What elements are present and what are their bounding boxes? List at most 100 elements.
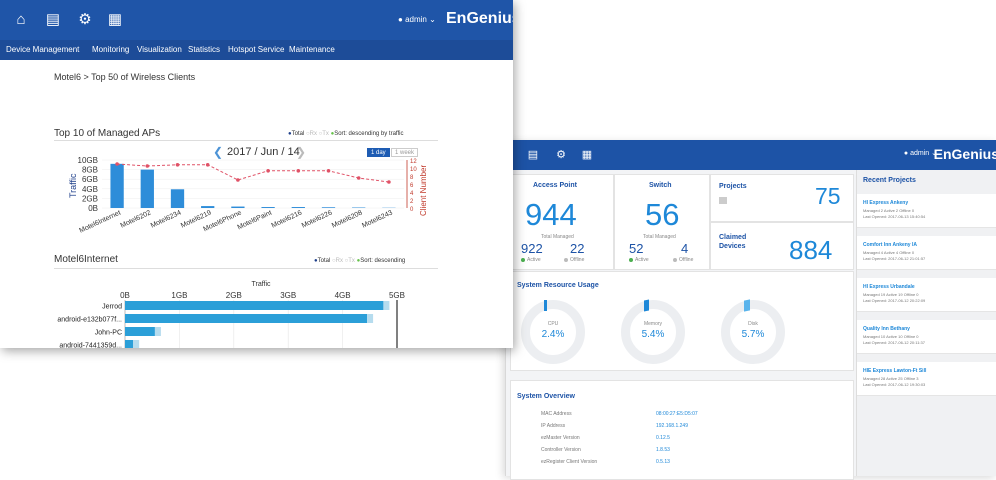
x-tick-label: Motel6226 bbox=[301, 209, 334, 229]
legend-total[interactable]: ●Total bbox=[314, 258, 330, 264]
bar-rx-segment bbox=[367, 314, 373, 323]
bar bbox=[125, 301, 383, 310]
system-resource-title: System Resource Usage bbox=[517, 282, 599, 289]
overview-key: ezMaster Version bbox=[541, 435, 580, 441]
access-point-total-label: Total Managed bbox=[541, 234, 574, 240]
projects-card[interactable]: Projects 75 bbox=[710, 174, 854, 222]
claimed-devices-title: Claimed Devices bbox=[719, 233, 759, 251]
y-tick-label: 4GB bbox=[82, 185, 98, 194]
recent-project-name: HIE Express Lawton-Ft Sill bbox=[863, 368, 926, 374]
bar bbox=[322, 207, 335, 208]
top-aps-legend: ●Total ○Rx ○Tx ●Sort: descending by traf… bbox=[288, 131, 403, 137]
cpu-gauge: CPU 2.4% bbox=[521, 300, 585, 364]
legend-sort[interactable]: ●Sort: descending by traffic bbox=[331, 131, 404, 137]
overview-value: 0.12.5 bbox=[656, 435, 670, 441]
x-tick-label: 1GB bbox=[171, 291, 187, 300]
switch-card[interactable]: Switch 56 Total Managed 52 Active 4 Offl… bbox=[614, 174, 710, 270]
legend-rx[interactable]: ○Rx bbox=[332, 258, 343, 264]
bar-rx-segment bbox=[383, 301, 389, 310]
y-tick-label: 10GB bbox=[78, 156, 98, 165]
recent-project-item[interactable]: Quality Inn Bethany Managed 10 Active 10… bbox=[857, 320, 996, 354]
y2-tick-label: 6 bbox=[410, 183, 414, 189]
recent-project-opened: Last Opened: 2017-06-12 19:30:03 bbox=[863, 382, 925, 387]
user-menu[interactable]: ● admin ⌄ bbox=[904, 149, 937, 157]
client-traffic-chart: Traffic0B1GB2GB3GB4GB5GBJerrodandroid-e1… bbox=[0, 276, 513, 348]
recent-project-item[interactable]: Comfort Inn Ankeny IA Managed 4 Active 4… bbox=[857, 236, 996, 270]
gear-icon[interactable]: ⚙ bbox=[76, 11, 94, 29]
overview-key: IP Address bbox=[541, 423, 565, 429]
client-point bbox=[176, 163, 180, 167]
access-point-card[interactable]: Access Point 944 Total Managed 922 Activ… bbox=[510, 174, 614, 270]
legend-rx[interactable]: ○Rx bbox=[306, 131, 317, 137]
system-overview-title: System Overview bbox=[517, 393, 575, 400]
calendar-icon[interactable]: ▤ bbox=[44, 11, 62, 29]
user-name: admin bbox=[405, 15, 427, 24]
disk-label: Disk bbox=[730, 321, 776, 327]
x-tick-label: 2GB bbox=[226, 291, 242, 300]
disk-gauge: Disk 5.7% bbox=[721, 300, 785, 364]
switch-title: Switch bbox=[649, 182, 672, 189]
switch-active-label: Active bbox=[629, 257, 649, 263]
switch-total-label: Total Managed bbox=[643, 234, 676, 240]
overview-key: MAC Address bbox=[541, 411, 572, 417]
recent-project-item[interactable]: HIE Express Lawton-Ft Sill Managed 28 Ac… bbox=[857, 362, 996, 396]
calendar-icon[interactable]: ▤ bbox=[526, 148, 540, 162]
menu-hotspot-service[interactable]: Hotspot Service bbox=[228, 45, 284, 54]
recent-project-item[interactable]: HI Express Urbandale Managed 19 Active 1… bbox=[857, 278, 996, 312]
bar bbox=[141, 170, 154, 208]
active-dot-icon bbox=[629, 258, 633, 262]
top-navbar: ⌂ ▤ ⚙ ▦ ● admin ⌄ EnGenius bbox=[0, 0, 513, 40]
gear-icon[interactable]: ⚙ bbox=[554, 148, 568, 162]
home-icon[interactable]: ⌂ bbox=[12, 11, 30, 29]
access-point-active: 922 bbox=[521, 241, 543, 256]
menu-maintenance[interactable]: Maintenance bbox=[289, 45, 335, 54]
client-chart-title: Motel6Internet bbox=[54, 254, 118, 265]
recent-project-counts: Managed 10 Active 10 Offline 0 bbox=[863, 334, 919, 339]
legend-total[interactable]: ●Total bbox=[288, 131, 304, 137]
access-point-offline-label: Offline bbox=[564, 257, 584, 263]
active-dot-icon bbox=[521, 258, 525, 262]
client-point bbox=[236, 178, 240, 182]
overview-key: Controller Version bbox=[541, 447, 581, 453]
recent-project-name: Comfort Inn Ankeny IA bbox=[863, 242, 917, 248]
bar bbox=[171, 189, 184, 208]
x-tick-label: Motel6Internet bbox=[78, 209, 122, 234]
recent-project-counts: Managed 4 Active 4 Offline 0 bbox=[863, 250, 914, 255]
legend-sort[interactable]: ●Sort: descending bbox=[357, 258, 406, 264]
menu-statistics[interactable]: Statistics bbox=[188, 45, 220, 54]
clipboard-icon[interactable]: ▦ bbox=[106, 11, 124, 29]
menu-visualization[interactable]: Visualization bbox=[137, 45, 182, 54]
projects-title: Projects bbox=[719, 183, 747, 190]
x-tick-label: Motel6202 bbox=[120, 209, 153, 229]
access-point-offline: 22 bbox=[570, 241, 584, 256]
recent-project-counts: Managed 19 Active 19 Offline 0 bbox=[863, 292, 919, 297]
legend-tx[interactable]: ○Tx bbox=[319, 131, 329, 137]
user-name: admin bbox=[910, 150, 929, 157]
memory-label: Memory bbox=[630, 321, 676, 327]
top-aps-title: Top 10 of Managed APs bbox=[54, 128, 160, 139]
disk-gauge-fill bbox=[744, 299, 750, 311]
bar-rx-segment bbox=[155, 327, 161, 336]
clipboard-icon[interactable]: ▦ bbox=[580, 148, 594, 162]
x-tick-label: Motel6208 bbox=[331, 209, 364, 229]
x-tick-label: Motel6243 bbox=[361, 209, 394, 229]
dashboard-topbar: ▤ ⚙ ▦ ● admin ⌄ EnGenius bbox=[506, 140, 996, 170]
client-point bbox=[146, 164, 150, 168]
access-point-total: 944 bbox=[525, 197, 577, 233]
y2-tick-label: 0 bbox=[410, 207, 414, 213]
bar bbox=[292, 207, 305, 208]
y-tick-label: android-7441359d... bbox=[59, 343, 122, 349]
bar-rx-segment bbox=[133, 340, 139, 348]
cpu-gauge-fill bbox=[544, 300, 547, 311]
claimed-devices-card[interactable]: Claimed Devices 884 bbox=[710, 222, 854, 270]
recent-project-item[interactable]: HI Express Ankeny Managed 2 Active 2 Off… bbox=[857, 194, 996, 228]
access-point-active-label: Active bbox=[521, 257, 541, 263]
recent-project-counts: Managed 2 Active 2 Offline 0 bbox=[863, 208, 914, 213]
menu-device-management[interactable]: Device Management bbox=[6, 45, 79, 54]
x-tick-label: Motel6234 bbox=[150, 209, 183, 229]
menu-monitoring[interactable]: Monitoring bbox=[92, 45, 129, 54]
cpu-label: CPU bbox=[530, 321, 576, 327]
user-menu[interactable]: ● admin ⌄ bbox=[398, 15, 436, 24]
recent-project-opened: Last Opened: 2017-06-12 20:11:37 bbox=[863, 340, 925, 345]
legend-tx[interactable]: ○Tx bbox=[345, 258, 355, 264]
